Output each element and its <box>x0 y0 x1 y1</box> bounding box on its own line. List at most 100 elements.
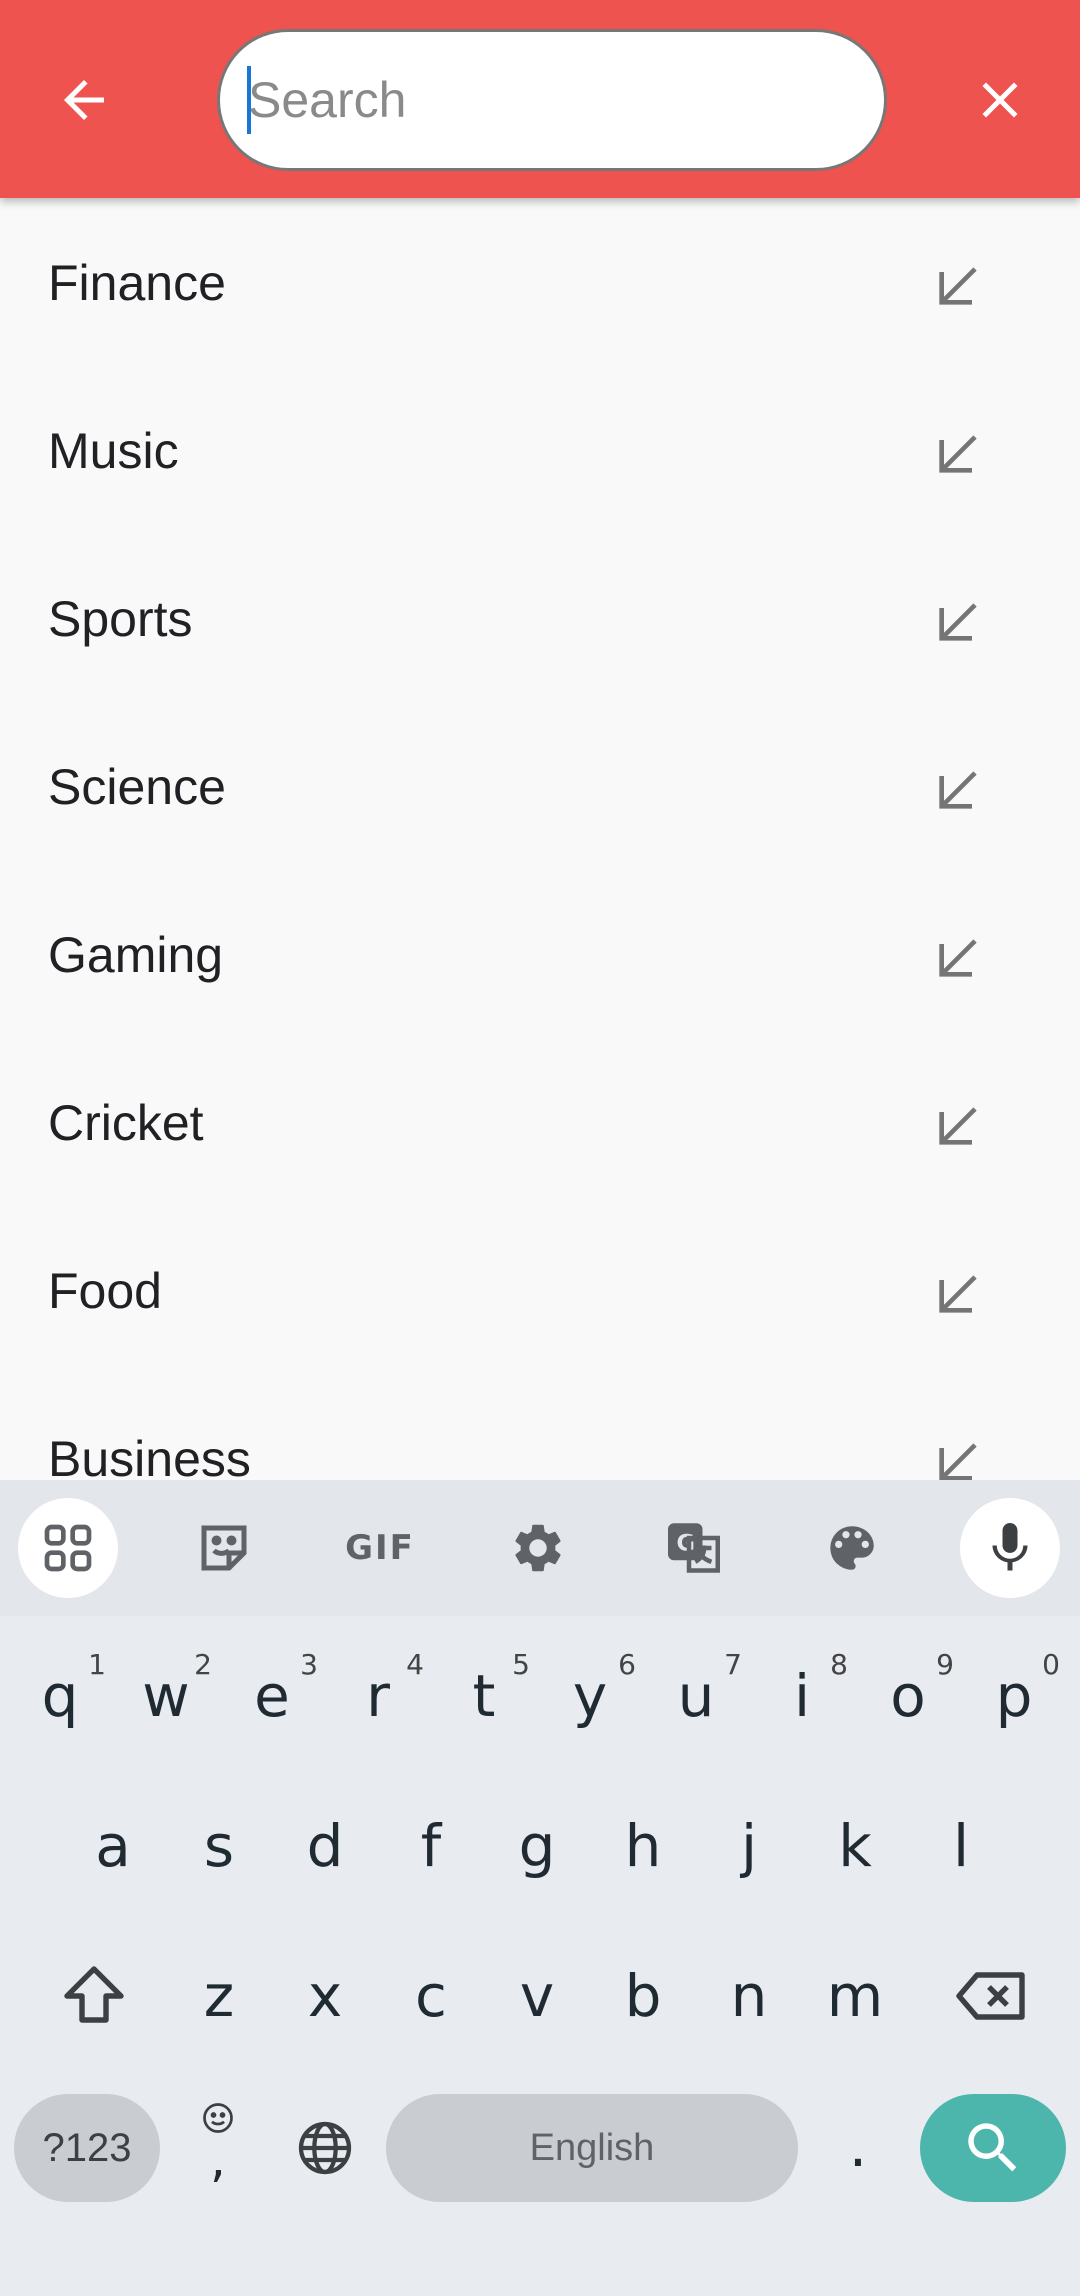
suggestion-label: Gaming <box>48 927 224 983</box>
comma-key[interactable]: , <box>168 2086 268 2206</box>
key-u[interactable]: u7 <box>646 1636 746 1756</box>
suggestion-item[interactable]: Finance <box>0 198 1080 366</box>
language-key[interactable] <box>275 2088 375 2208</box>
space-key[interactable]: English <box>386 2094 798 2202</box>
key-hint: 2 <box>194 1648 212 1681</box>
arrow-up-left-icon[interactable] <box>930 762 986 818</box>
period-key[interactable]: . <box>808 2086 908 2206</box>
key-e[interactable]: e3 <box>222 1636 322 1756</box>
search-app-bar <box>0 0 1080 198</box>
suggestion-item[interactable]: Sports <box>0 534 1080 702</box>
key-t[interactable]: t5 <box>434 1636 534 1756</box>
back-button[interactable] <box>44 60 124 140</box>
key-hint: 5 <box>512 1648 530 1681</box>
key-o[interactable]: o9 <box>858 1636 958 1756</box>
clear-button[interactable] <box>960 60 1040 140</box>
globe-icon <box>298 2121 352 2175</box>
key-label: u <box>677 1662 715 1730</box>
key-i[interactable]: i8 <box>752 1636 852 1756</box>
backspace-icon <box>956 1972 1025 2020</box>
key-hint: 9 <box>936 1648 954 1681</box>
suggestion-item[interactable]: Gaming <box>0 870 1080 1038</box>
key-m[interactable]: m <box>805 1936 905 2056</box>
key-z[interactable]: z <box>169 1936 269 2056</box>
key-hint: 1 <box>88 1648 106 1681</box>
text-cursor <box>247 66 251 134</box>
shift-key[interactable] <box>34 1936 154 2056</box>
key-label: o <box>890 1662 926 1730</box>
arrow-back-icon <box>64 80 104 120</box>
key-label: i <box>793 1662 811 1730</box>
apps-button[interactable] <box>18 1498 118 1598</box>
gif-label: GIF <box>345 1528 415 1568</box>
suggestion-item[interactable]: Science <box>0 702 1080 870</box>
key-hint: 6 <box>618 1648 636 1681</box>
key-k[interactable]: k <box>805 1786 905 1906</box>
suggestion-item[interactable]: Cricket <box>0 1038 1080 1206</box>
settings-button[interactable] <box>488 1498 588 1598</box>
suggestion-item[interactable]: Food <box>0 1206 1080 1374</box>
key-a[interactable]: a <box>63 1786 163 1906</box>
key-hint: 4 <box>406 1648 424 1681</box>
key-l[interactable]: l <box>911 1786 1011 1906</box>
suggestion-item[interactable]: Music <box>0 366 1080 534</box>
key-label: q <box>41 1662 79 1730</box>
key-x[interactable]: x <box>275 1936 375 2056</box>
key-f[interactable]: f <box>381 1786 481 1906</box>
key-label: t <box>472 1662 496 1730</box>
key-p[interactable]: p0 <box>964 1636 1064 1756</box>
close-icon <box>982 82 1018 118</box>
suggestion-label: Business <box>48 1431 251 1480</box>
key-s[interactable]: s <box>169 1786 269 1906</box>
key-label: p <box>995 1662 1033 1730</box>
arrow-up-left-icon[interactable] <box>930 1434 986 1480</box>
arrow-up-left-icon[interactable] <box>930 1266 986 1322</box>
key-v[interactable]: v <box>487 1936 587 2056</box>
search-icon <box>968 2123 1017 2172</box>
key-g[interactable]: g <box>487 1786 587 1906</box>
suggestion-label: Finance <box>48 255 226 311</box>
sticker-button[interactable] <box>174 1498 274 1598</box>
key-label: r <box>366 1662 390 1730</box>
key-q[interactable]: q1 <box>10 1636 110 1756</box>
key-y[interactable]: y6 <box>540 1636 640 1756</box>
suggestion-label: Cricket <box>48 1095 204 1151</box>
key-b[interactable]: b <box>593 1936 693 2056</box>
key-h[interactable]: h <box>593 1786 693 1906</box>
arrow-up-left-icon[interactable] <box>930 1098 986 1154</box>
search-box[interactable] <box>217 29 887 171</box>
backspace-key[interactable] <box>932 1936 1052 2056</box>
key-w[interactable]: w2 <box>116 1636 216 1756</box>
on-screen-keyboard: GIF G q1 w2 e3 r4 t5 y 6 u 7 i 8 o 9 p 0… <box>0 1480 1080 2296</box>
search-submit-key[interactable] <box>920 2094 1066 2202</box>
palette-icon <box>830 1526 874 1570</box>
shift-icon <box>64 1966 124 2023</box>
arrow-up-left-icon[interactable] <box>930 426 986 482</box>
key-j[interactable]: j <box>699 1786 799 1906</box>
apps-grid-icon <box>44 1524 92 1572</box>
sticker-icon <box>201 1525 247 1571</box>
key-label: w <box>142 1662 190 1730</box>
comma-label: , <box>210 2130 226 2188</box>
keyboard-toolbar: GIF G <box>0 1480 1080 1616</box>
translate-button[interactable]: G <box>644 1498 744 1598</box>
key-hint: 8 <box>830 1648 848 1681</box>
theme-button[interactable] <box>802 1498 902 1598</box>
key-hint: 0 <box>1042 1648 1060 1681</box>
search-input[interactable] <box>248 32 848 168</box>
suggestion-label: Food <box>48 1263 162 1319</box>
key-d[interactable]: d <box>275 1786 375 1906</box>
key-n[interactable]: n <box>699 1936 799 2056</box>
suggestion-item[interactable]: Business <box>0 1374 1080 1480</box>
symbols-key[interactable]: ?123 <box>14 2094 160 2202</box>
arrow-up-left-icon[interactable] <box>930 930 986 986</box>
key-c[interactable]: c <box>381 1936 481 2056</box>
arrow-up-left-icon[interactable] <box>930 258 986 314</box>
gif-button[interactable]: GIF <box>330 1498 430 1598</box>
key-label: y <box>572 1662 608 1730</box>
svg-text:G: G <box>677 1531 695 1557</box>
key-label: e <box>254 1662 290 1730</box>
voice-input-button[interactable] <box>960 1498 1060 1598</box>
key-r[interactable]: r4 <box>328 1636 428 1756</box>
arrow-up-left-icon[interactable] <box>930 594 986 650</box>
